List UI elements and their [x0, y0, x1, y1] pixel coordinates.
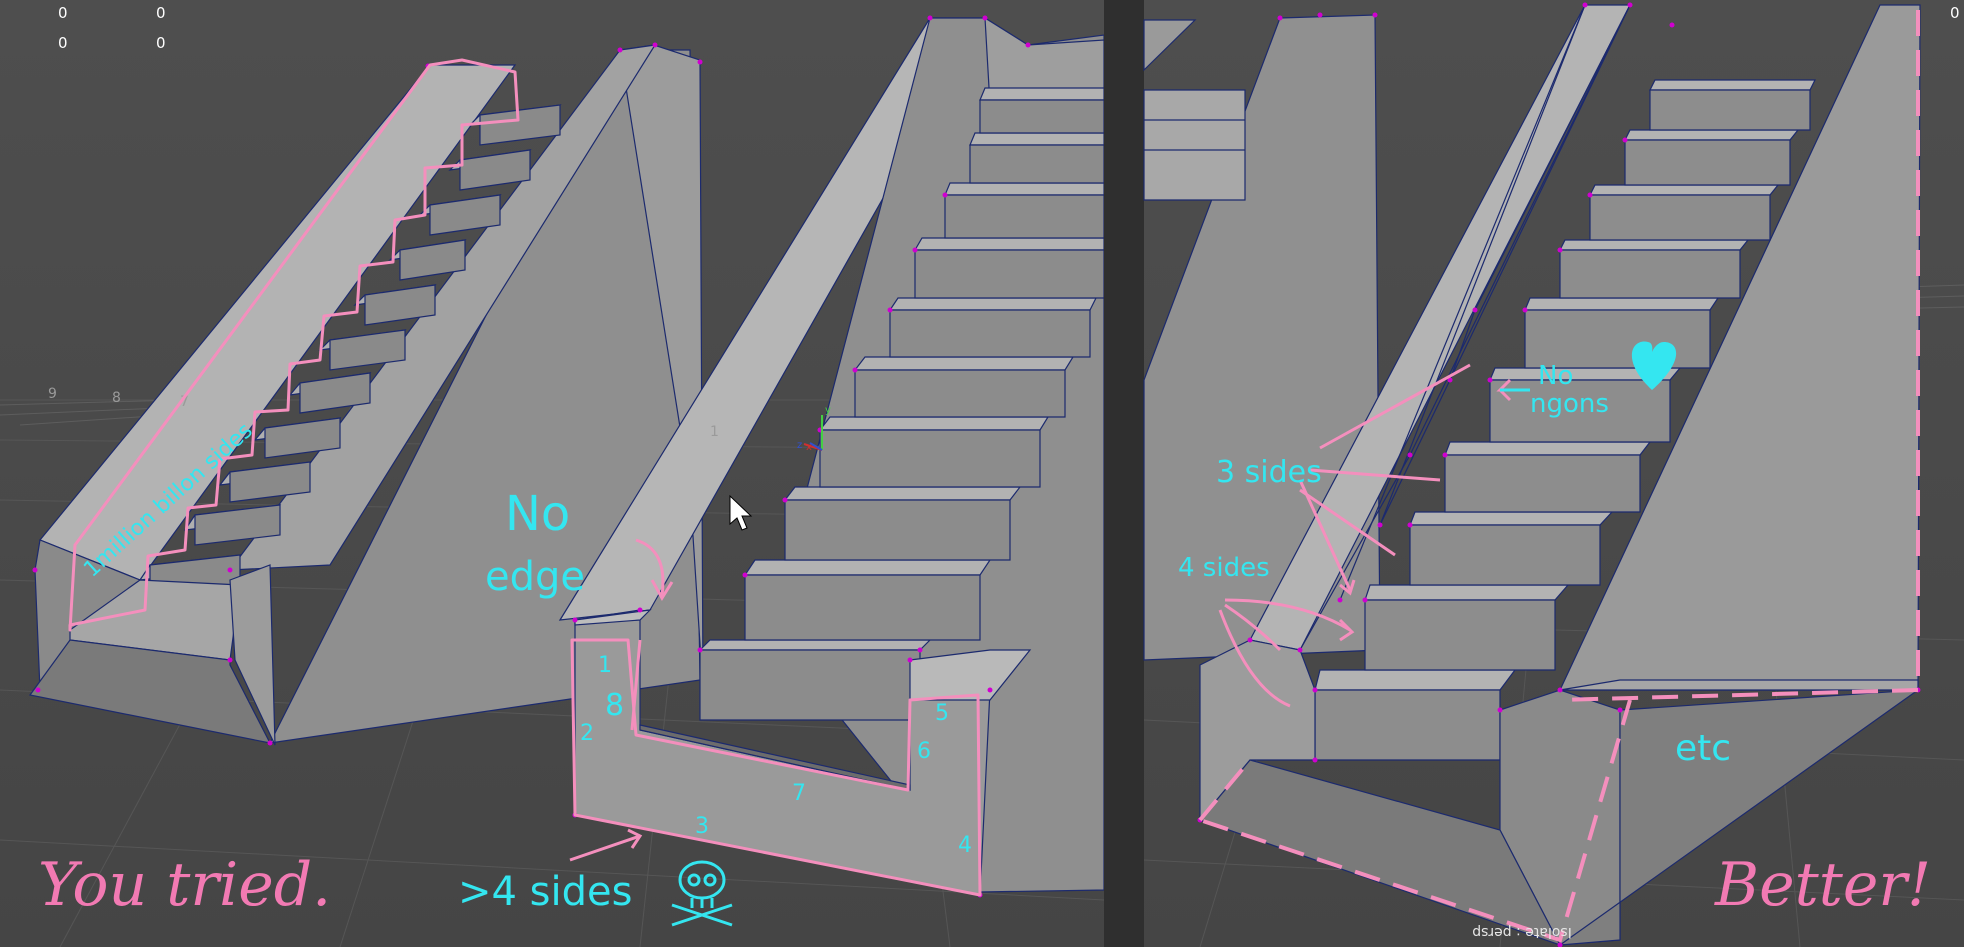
grid-label: 9	[48, 386, 57, 402]
viewport-canvas[interactable]: y x z 9 8 7 1 1million billon sides No e…	[0, 0, 1964, 947]
face-number: 6	[917, 739, 931, 764]
left-title: You tried.	[38, 850, 331, 920]
hud-value: 0	[1950, 4, 1960, 22]
no-ngons-label: No	[1538, 361, 1573, 391]
hud-value: 0	[58, 4, 68, 22]
camera-label: Isolate : persp	[1472, 924, 1572, 940]
face-number: 1	[598, 653, 612, 678]
face-number: 7	[792, 781, 806, 806]
right-viewport[interactable]: No ngons 3 sides 4 sides etc Better! Iso…	[1143, 0, 1964, 947]
viewport-divider[interactable]	[1104, 0, 1144, 947]
gt4-sides-label: >4 sides	[458, 869, 632, 915]
hud-value: 0	[156, 4, 166, 22]
svg-text:y: y	[825, 405, 831, 416]
no-ngons-label: ngons	[1530, 389, 1609, 419]
grid-label: 8	[112, 390, 121, 406]
grid-label: 1	[710, 424, 719, 440]
svg-text:x: x	[806, 442, 812, 453]
four-sides-label: 4 sides	[1178, 553, 1270, 583]
hud-value: 0	[156, 34, 166, 52]
three-sides-label: 3 sides	[1216, 455, 1322, 490]
face-number: 2	[580, 721, 594, 746]
no-edge-label: No	[505, 486, 570, 542]
face-number: 5	[935, 701, 949, 726]
etc-label: etc	[1675, 728, 1731, 769]
no-edge-label: edge	[485, 554, 585, 600]
face-number: 8	[605, 688, 624, 723]
hud-value: 0	[58, 34, 68, 52]
face-number: 3	[695, 814, 709, 839]
right-title: Better!	[1714, 850, 1931, 920]
face-number: 4	[958, 833, 972, 858]
left-viewport[interactable]: y x z 9 8 7 1 1million billon sides No e…	[0, 0, 1105, 947]
svg-text:z: z	[797, 440, 802, 451]
